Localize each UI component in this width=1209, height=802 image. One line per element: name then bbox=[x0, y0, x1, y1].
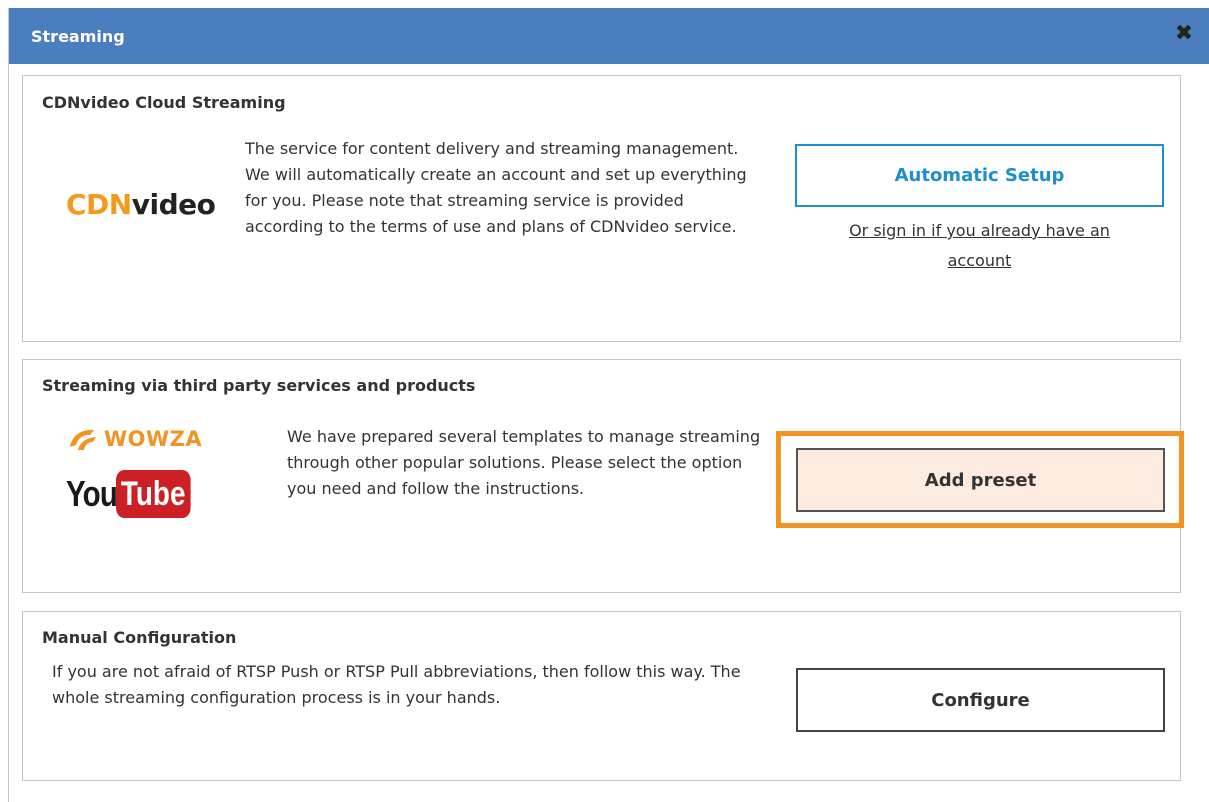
automatic-setup-button[interactable]: Automatic Setup bbox=[795, 144, 1164, 207]
manual-config-description: If you are not afraid of RTSP Push or RT… bbox=[52, 662, 741, 707]
signin-link-line2: account bbox=[947, 251, 1012, 270]
wowza-label: WOWZA bbox=[104, 427, 203, 451]
close-icon[interactable]: ✖ bbox=[1172, 21, 1196, 47]
dialog-title: Streaming bbox=[31, 27, 125, 46]
youtube-you: You bbox=[66, 473, 118, 514]
signin-link[interactable]: Or sign in if you already have an accoun… bbox=[795, 216, 1164, 276]
add-preset-button[interactable]: Add preset bbox=[796, 448, 1165, 512]
dialog-titlebar: Streaming ✖ bbox=[9, 8, 1209, 64]
signin-link-line1: Or sign in if you already have an bbox=[849, 221, 1110, 240]
wowza-icon bbox=[70, 429, 96, 450]
third-party-description: We have prepared several templates to ma… bbox=[287, 427, 761, 498]
third-party-heading: Streaming via third party services and p… bbox=[42, 376, 476, 395]
cdnvideo-description: The service for content delivery and str… bbox=[245, 139, 747, 236]
youtube-logo: You Tube bbox=[66, 470, 207, 518]
cdnvideo-logo: CDNvideo bbox=[66, 188, 216, 221]
youtube-tube: Tube bbox=[116, 470, 191, 518]
configure-button[interactable]: Configure bbox=[796, 668, 1165, 732]
manual-config-heading: Manual Configuration bbox=[42, 628, 237, 647]
wowza-logo: WOWZA bbox=[66, 425, 202, 453]
cdnvideo-heading: CDNvideo Cloud Streaming bbox=[42, 93, 286, 112]
